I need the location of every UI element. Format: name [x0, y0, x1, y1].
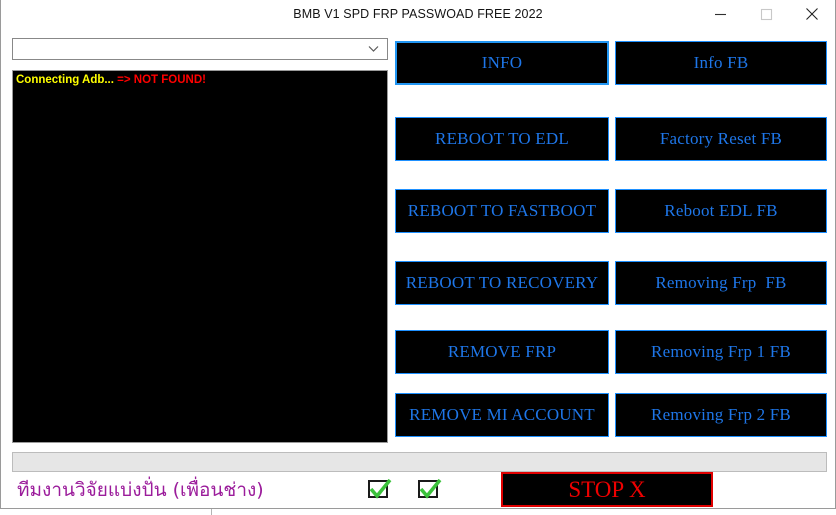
main-window: BMB V1 SPD FRP PASSWOAD FREE 2022 Connec… — [0, 0, 836, 509]
window-outer-background — [0, 509, 836, 515]
maximize-button[interactable] — [743, 0, 789, 28]
remove-frp-button[interactable]: REMOVE FRP — [395, 330, 609, 374]
credit-label: ทีมงานวิจัยแบ่งปั่น (เพื่อนช่าง) — [17, 479, 264, 501]
minimize-icon — [714, 13, 726, 15]
reboot-to-recovery-button[interactable]: REBOOT TO RECOVERY — [395, 261, 609, 305]
reboot-to-edl-button[interactable]: REBOOT TO EDL — [395, 117, 609, 161]
log-output[interactable]: Connecting Adb... => NOT FOUND! — [12, 70, 388, 443]
app-root: BMB V1 SPD FRP PASSWOAD FREE 2022 Connec… — [0, 0, 836, 515]
removing-frp-fb-button[interactable]: Removing Frp FB — [615, 261, 827, 305]
log-text-notfound: => NOT FOUND! — [117, 74, 206, 86]
info-fb-button[interactable]: Info FB — [615, 41, 827, 85]
checkbox-1[interactable] — [367, 477, 393, 501]
chevron-down-icon — [368, 46, 379, 52]
reboot-to-fastboot-button[interactable]: REBOOT TO FASTBOOT — [395, 189, 609, 233]
info-button[interactable]: INFO — [395, 41, 609, 85]
check-icon — [419, 478, 442, 499]
checkbox-2[interactable] — [417, 477, 443, 501]
remove-mi-account-button[interactable]: REMOVE MI ACCOUNT — [395, 393, 609, 437]
close-icon — [806, 8, 818, 20]
maximize-icon — [760, 8, 772, 20]
reboot-edl-fb-button[interactable]: Reboot EDL FB — [615, 189, 827, 233]
close-button[interactable] — [789, 0, 835, 28]
log-text-connecting: Connecting Adb... — [16, 74, 118, 86]
log-line: Connecting Adb... => NOT FOUND! — [16, 73, 384, 88]
removing-frp-2-fb-button[interactable]: Removing Frp 2 FB — [615, 393, 827, 437]
progress-bar — [12, 452, 827, 472]
device-select[interactable] — [12, 38, 388, 60]
minimize-button[interactable] — [697, 0, 743, 28]
removing-frp-1-fb-button[interactable]: Removing Frp 1 FB — [615, 330, 827, 374]
factory-reset-fb-button[interactable]: Factory Reset FB — [615, 117, 827, 161]
stop-button[interactable]: STOP X — [501, 472, 713, 507]
check-icon — [369, 478, 392, 499]
background-divider — [211, 509, 212, 515]
title-bar: BMB V1 SPD FRP PASSWOAD FREE 2022 — [1, 0, 835, 29]
